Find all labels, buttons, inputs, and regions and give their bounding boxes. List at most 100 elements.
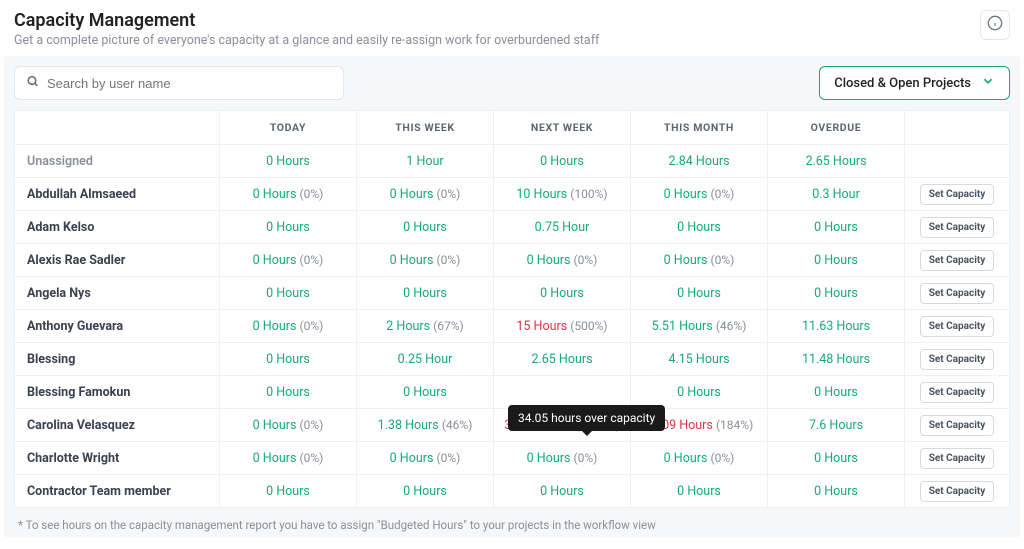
table-row: Abdullah Almsaeed0 Hours (0%)0 Hours (0%… [15,178,1010,211]
hours-value: 0 Hours [253,187,297,202]
set-capacity-button[interactable]: Set Capacity [920,382,995,403]
search-input[interactable] [14,66,344,100]
capacity-cell: 0 Hours (0%) [631,244,768,277]
table-row: Carolina Velasquez0 Hours (0%) 1.38 Hours… [15,409,1010,442]
info-icon [987,15,1003,35]
capacity-cell: 0 Hours (0%) [494,244,631,277]
percent-value: (0%) [574,451,598,465]
hours-value: 0 Hours [527,253,571,268]
hours-value: 0 Hours [266,220,310,235]
column-header: TODAY [220,111,357,145]
filter-label: Closed & Open Projects [834,76,971,91]
capacity-cell: 37.05 Hours (1235%) [494,409,631,442]
capacity-cell: 0 Hours [220,145,357,178]
hours-value: 0 Hours [266,352,310,367]
percent-value: (0%) [711,187,735,201]
capacity-cell: 0 Hours [494,475,631,508]
hours-value: 2.84 Hours [668,154,729,169]
capacity-cell: 0 Hours [768,211,905,244]
row-name: Unassigned [15,145,220,178]
table-row: Contractor Team member 0 Hours 0 Hours 0 Ho… [15,475,1010,508]
table-row: Blessing0 Hours0.25 Hour2.65 Hours4.15 H… [15,343,1010,376]
set-capacity-button[interactable]: Set Capacity [920,448,995,469]
hours-value: 0 Hours [814,220,858,235]
action-cell: Set Capacity [905,475,1010,508]
capacity-cell: 5.51 Hours (46%) [631,310,768,343]
table-row: Angela Nys0 Hours0 Hours0 Hours0 Hours0 … [15,277,1010,310]
percent-value: (0%) [437,451,461,465]
capacity-cell [494,376,631,409]
table-row: Unassigned0 Hours1 Hour0 Hours2.84 Hours… [15,145,1010,178]
capacity-cell: 0 Hours [220,376,357,409]
capacity-cell: 0 Hours (0%) [631,178,768,211]
set-capacity-button[interactable]: Set Capacity [920,415,995,436]
percent-value: (500%) [570,319,607,333]
capacity-cell: 2.65 Hours [768,145,905,178]
capacity-cell: 0 Hours [357,376,494,409]
capacity-cell: 10 Hours (100%) [494,178,631,211]
capacity-cell: 2.65 Hours [494,343,631,376]
capacity-cell: 0 Hours (0%) [357,442,494,475]
capacity-cell: 0.75 Hour [494,211,631,244]
action-cell [905,145,1010,178]
hours-value: 11.48 Hours [802,352,870,367]
capacity-cell: 0 Hours (0%) [220,409,357,442]
info-button[interactable] [980,10,1010,40]
row-name: Charlotte Wright [15,442,220,475]
hours-value: 2 Hours [386,319,430,334]
action-cell: Set Capacity [905,442,1010,475]
hours-value: 0 Hours [664,253,708,268]
hours-value: 0 Hours [814,385,858,400]
percent-value: (184%) [716,418,753,432]
action-cell: Set Capacity [905,310,1010,343]
capacity-cell: 4.15 Hours [631,343,768,376]
row-name: Anthony Guevara [15,310,220,343]
set-capacity-button[interactable]: Set Capacity [920,217,995,238]
hours-value: 0 Hours [664,187,708,202]
set-capacity-button[interactable]: Set Capacity [920,349,995,370]
capacity-cell: 1 Hour [357,145,494,178]
set-capacity-button[interactable]: Set Capacity [920,184,995,205]
project-filter-dropdown[interactable]: Closed & Open Projects [819,66,1010,100]
set-capacity-button[interactable]: Set Capacity [920,481,995,502]
capacity-cell: 0 Hours [357,277,494,310]
capacity-cell: 0.3 Hour [768,178,905,211]
hours-value: 11.63 Hours [802,319,870,334]
search-box [14,66,344,100]
hours-value: 0 Hours [403,220,447,235]
capacity-cell: 0 Hours [768,244,905,277]
hours-value: 7.6 Hours [809,418,863,433]
row-name: Contractor Team member [15,475,220,508]
hours-value: 4.15 Hours [668,352,729,367]
table-row: Blessing Famokun0 Hours0 Hours0 Hours0 H… [15,376,1010,409]
percent-value: (1235%) [576,418,620,432]
capacity-cell: 0 Hours [768,442,905,475]
column-header: OVERDUE [768,111,905,145]
table-row: Adam Kelso0 Hours0 Hours0.75 Hour0 Hours… [15,211,1010,244]
capacity-table: TODAYTHIS WEEKNEXT WEEKTHIS MONTHOVERDUE… [14,110,1010,508]
capacity-cell: 0 Hours [220,211,357,244]
hours-value: 0 Hours [253,451,297,466]
hours-value: 0 Hours [266,286,310,301]
hours-value: 0 Hours [390,253,434,268]
table-row: Charlotte Wright0 Hours (0%)0 Hours (0%)… [15,442,1010,475]
capacity-cell: 0 Hours [768,475,905,508]
hours-value: 0 Hours [677,484,721,499]
set-capacity-button[interactable]: Set Capacity [920,250,995,271]
capacity-cell: 22.09 Hours (184%) [631,409,768,442]
set-capacity-button[interactable]: Set Capacity [920,283,995,304]
capacity-cell: 0 Hours [220,277,357,310]
table-row: Alexis Rae Sadler0 Hours (0%)0 Hours (0%… [15,244,1010,277]
row-name: Carolina Velasquez [15,409,220,442]
capacity-cell: 0 Hours (0%) [220,310,357,343]
set-capacity-button[interactable]: Set Capacity [920,316,995,337]
row-name: Angela Nys [15,277,220,310]
hours-value: 0.75 Hour [535,220,590,235]
hours-value: 0 Hours [677,286,721,301]
capacity-cell: 2 Hours (67%) [357,310,494,343]
hours-value: 1 Hour [406,154,443,169]
hours-value: 0 Hours [527,451,571,466]
capacity-cell: 0 Hours [631,376,768,409]
hours-value: 1.38 Hours [378,418,439,433]
column-header [15,111,220,145]
